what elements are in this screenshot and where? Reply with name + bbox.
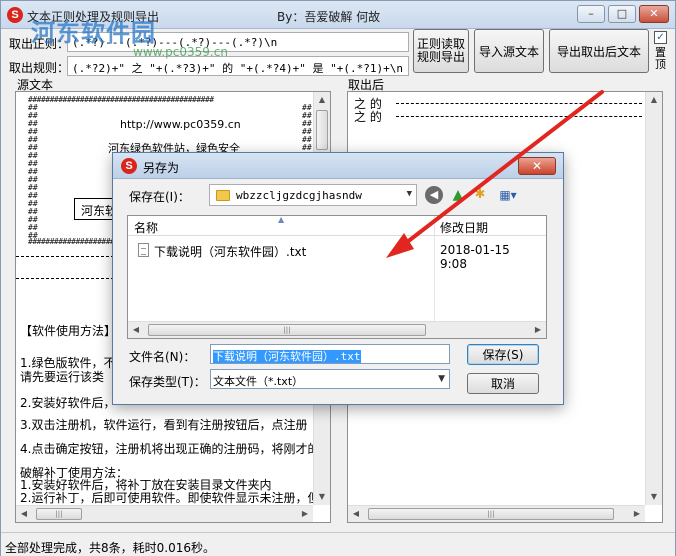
source-hscroll-thumb[interactable]: |||: [36, 508, 82, 520]
filetype-select[interactable]: 文本文件（*.txt） ▼: [210, 369, 450, 389]
file-list-header: ▲ 名称 修改日期: [128, 216, 546, 236]
source-line: 2.运行补丁，后即可使用软件。即使软件显示未注册，但: [20, 491, 320, 505]
scroll-down-icon[interactable]: ▼: [314, 489, 330, 505]
source-line: 【软件使用方法】: [20, 324, 117, 338]
dialog-close-button[interactable]: ✕: [518, 157, 556, 175]
column-divider: [434, 216, 435, 336]
export-result-button[interactable]: 导出取出后文本: [549, 29, 649, 73]
source-line: 3.双击注册机，软件运行，看到有注册按钮后，点注册: [20, 418, 308, 432]
sort-arrow-icon: ▲: [278, 215, 285, 224]
chevron-down-icon: ▼: [406, 189, 412, 199]
scroll-up-icon[interactable]: ▲: [314, 92, 330, 108]
save-in-value: wbzzcljgzdcgjhasndw: [236, 189, 362, 202]
scroll-left-icon[interactable]: ◀: [16, 506, 32, 522]
result-horizontal-scrollbar[interactable]: ◀ ||| ▶: [348, 505, 645, 522]
file-list-hscroll-thumb[interactable]: |||: [148, 324, 426, 336]
result-dash-line: [396, 116, 642, 117]
result-line: 之 的: [354, 110, 382, 124]
save-in-select[interactable]: wbzzcljgzdcgjhasndw ▼: [209, 184, 417, 206]
file-date: 2018-01-15 9:08: [440, 243, 510, 271]
save-button[interactable]: 保存(S): [467, 344, 539, 365]
save-in-label: 保存在(I)：: [129, 190, 190, 204]
file-row[interactable]: 下载说明（河东软件园）.txt 2018-01-15 9:08: [134, 242, 534, 271]
close-button[interactable]: ✕: [639, 5, 669, 23]
cancel-button[interactable]: 取消: [467, 373, 539, 394]
filename-value: 下载说明（河东软件园）.txt: [213, 350, 361, 363]
filetype-label: 保存类型(T)：: [129, 375, 206, 389]
watermark-logo: 河东软件园: [31, 19, 156, 47]
new-folder-icon[interactable]: ✱: [471, 186, 489, 204]
watermark-url: www.pc0359.cn: [133, 45, 228, 59]
file-name: 下载说明（河东软件园）.txt: [154, 245, 307, 259]
scroll-left-icon[interactable]: ◀: [348, 506, 364, 522]
chevron-down-icon: ▼: [438, 374, 445, 384]
filename-label: 文件名(N)：: [129, 350, 196, 364]
source-hash-line-top: ########################################…: [28, 96, 214, 104]
status-text: 全部处理完成，共8条，耗时0.016秒。: [5, 541, 215, 555]
column-date-header[interactable]: 修改日期: [440, 219, 488, 236]
app-logo-icon: S: [7, 7, 23, 23]
import-source-button[interactable]: 导入源文本: [474, 29, 544, 73]
file-list[interactable]: ▲ 名称 修改日期 下载说明（河东软件园）.txt 2018-01-15 9:0…: [127, 215, 547, 339]
filetype-value: 文本文件（*.txt）: [213, 375, 304, 388]
view-menu-icon[interactable]: ▦▾: [495, 186, 521, 204]
output-rule-label: 取出规则：: [9, 61, 70, 75]
folder-icon: [216, 190, 230, 201]
back-icon[interactable]: ◀: [425, 186, 443, 204]
regex-extract-export-button[interactable]: 正则读取 规则导出: [413, 29, 469, 73]
scroll-right-icon[interactable]: ▶: [297, 506, 313, 522]
regex-extract-line2: 规则导出: [416, 50, 465, 64]
status-bar: 全部处理完成，共8条，耗时0.016秒。: [1, 532, 675, 556]
source-line: 2.安装好软件后，: [20, 396, 116, 410]
dialog-app-icon: S: [121, 158, 137, 174]
up-folder-icon[interactable]: ▲: [449, 186, 467, 204]
source-vscroll-thumb[interactable]: [316, 110, 328, 150]
dialog-title: 另存为: [143, 161, 180, 175]
always-on-top-label: 置顶: [655, 46, 666, 71]
result-dash-line: [396, 103, 642, 104]
minimize-button[interactable]: –: [577, 5, 605, 23]
source-line: http://www.pc0359.cn: [120, 118, 241, 131]
source-line: 4.点击确定按钮，注册机将出现正确的注册码，将刚才的: [20, 442, 320, 456]
output-rule-input[interactable]: (.*?2)+" 之 "+(.*?3)+" 的 "+(.*?4)+" 是 "+(…: [67, 56, 409, 76]
save-as-dialog: S 另存为 ✕ 保存在(I)： wbzzcljgzdcgjhasndw ▼ ◀ …: [112, 152, 564, 405]
window-author: By：吾爱破解 何故: [277, 10, 381, 24]
scroll-right-icon[interactable]: ▶: [530, 322, 546, 338]
source-horizontal-scrollbar[interactable]: ◀ ||| ▶: [16, 505, 313, 522]
file-list-horizontal-scrollbar[interactable]: ◀ ||| ▶: [128, 321, 546, 338]
column-name-header[interactable]: 名称: [134, 219, 158, 236]
scroll-down-icon[interactable]: ▼: [646, 489, 662, 505]
filename-input[interactable]: 下载说明（河东软件园）.txt: [210, 344, 450, 364]
scroll-right-icon[interactable]: ▶: [629, 506, 645, 522]
source-hash-col-left: ########################################…: [28, 104, 38, 238]
source-line: 请先要运行该类: [20, 370, 105, 384]
scroll-up-icon[interactable]: ▲: [646, 92, 662, 108]
result-vertical-scrollbar[interactable]: ▲ ▼: [645, 92, 662, 505]
dialog-title-bar[interactable]: S 另存为 ✕: [113, 153, 563, 179]
maximize-button[interactable]: □: [608, 5, 636, 23]
text-file-icon: [138, 243, 149, 257]
scroll-left-icon[interactable]: ◀: [128, 322, 144, 338]
result-hscroll-thumb[interactable]: |||: [368, 508, 614, 520]
always-on-top-checkbox[interactable]: ✓: [654, 31, 667, 44]
